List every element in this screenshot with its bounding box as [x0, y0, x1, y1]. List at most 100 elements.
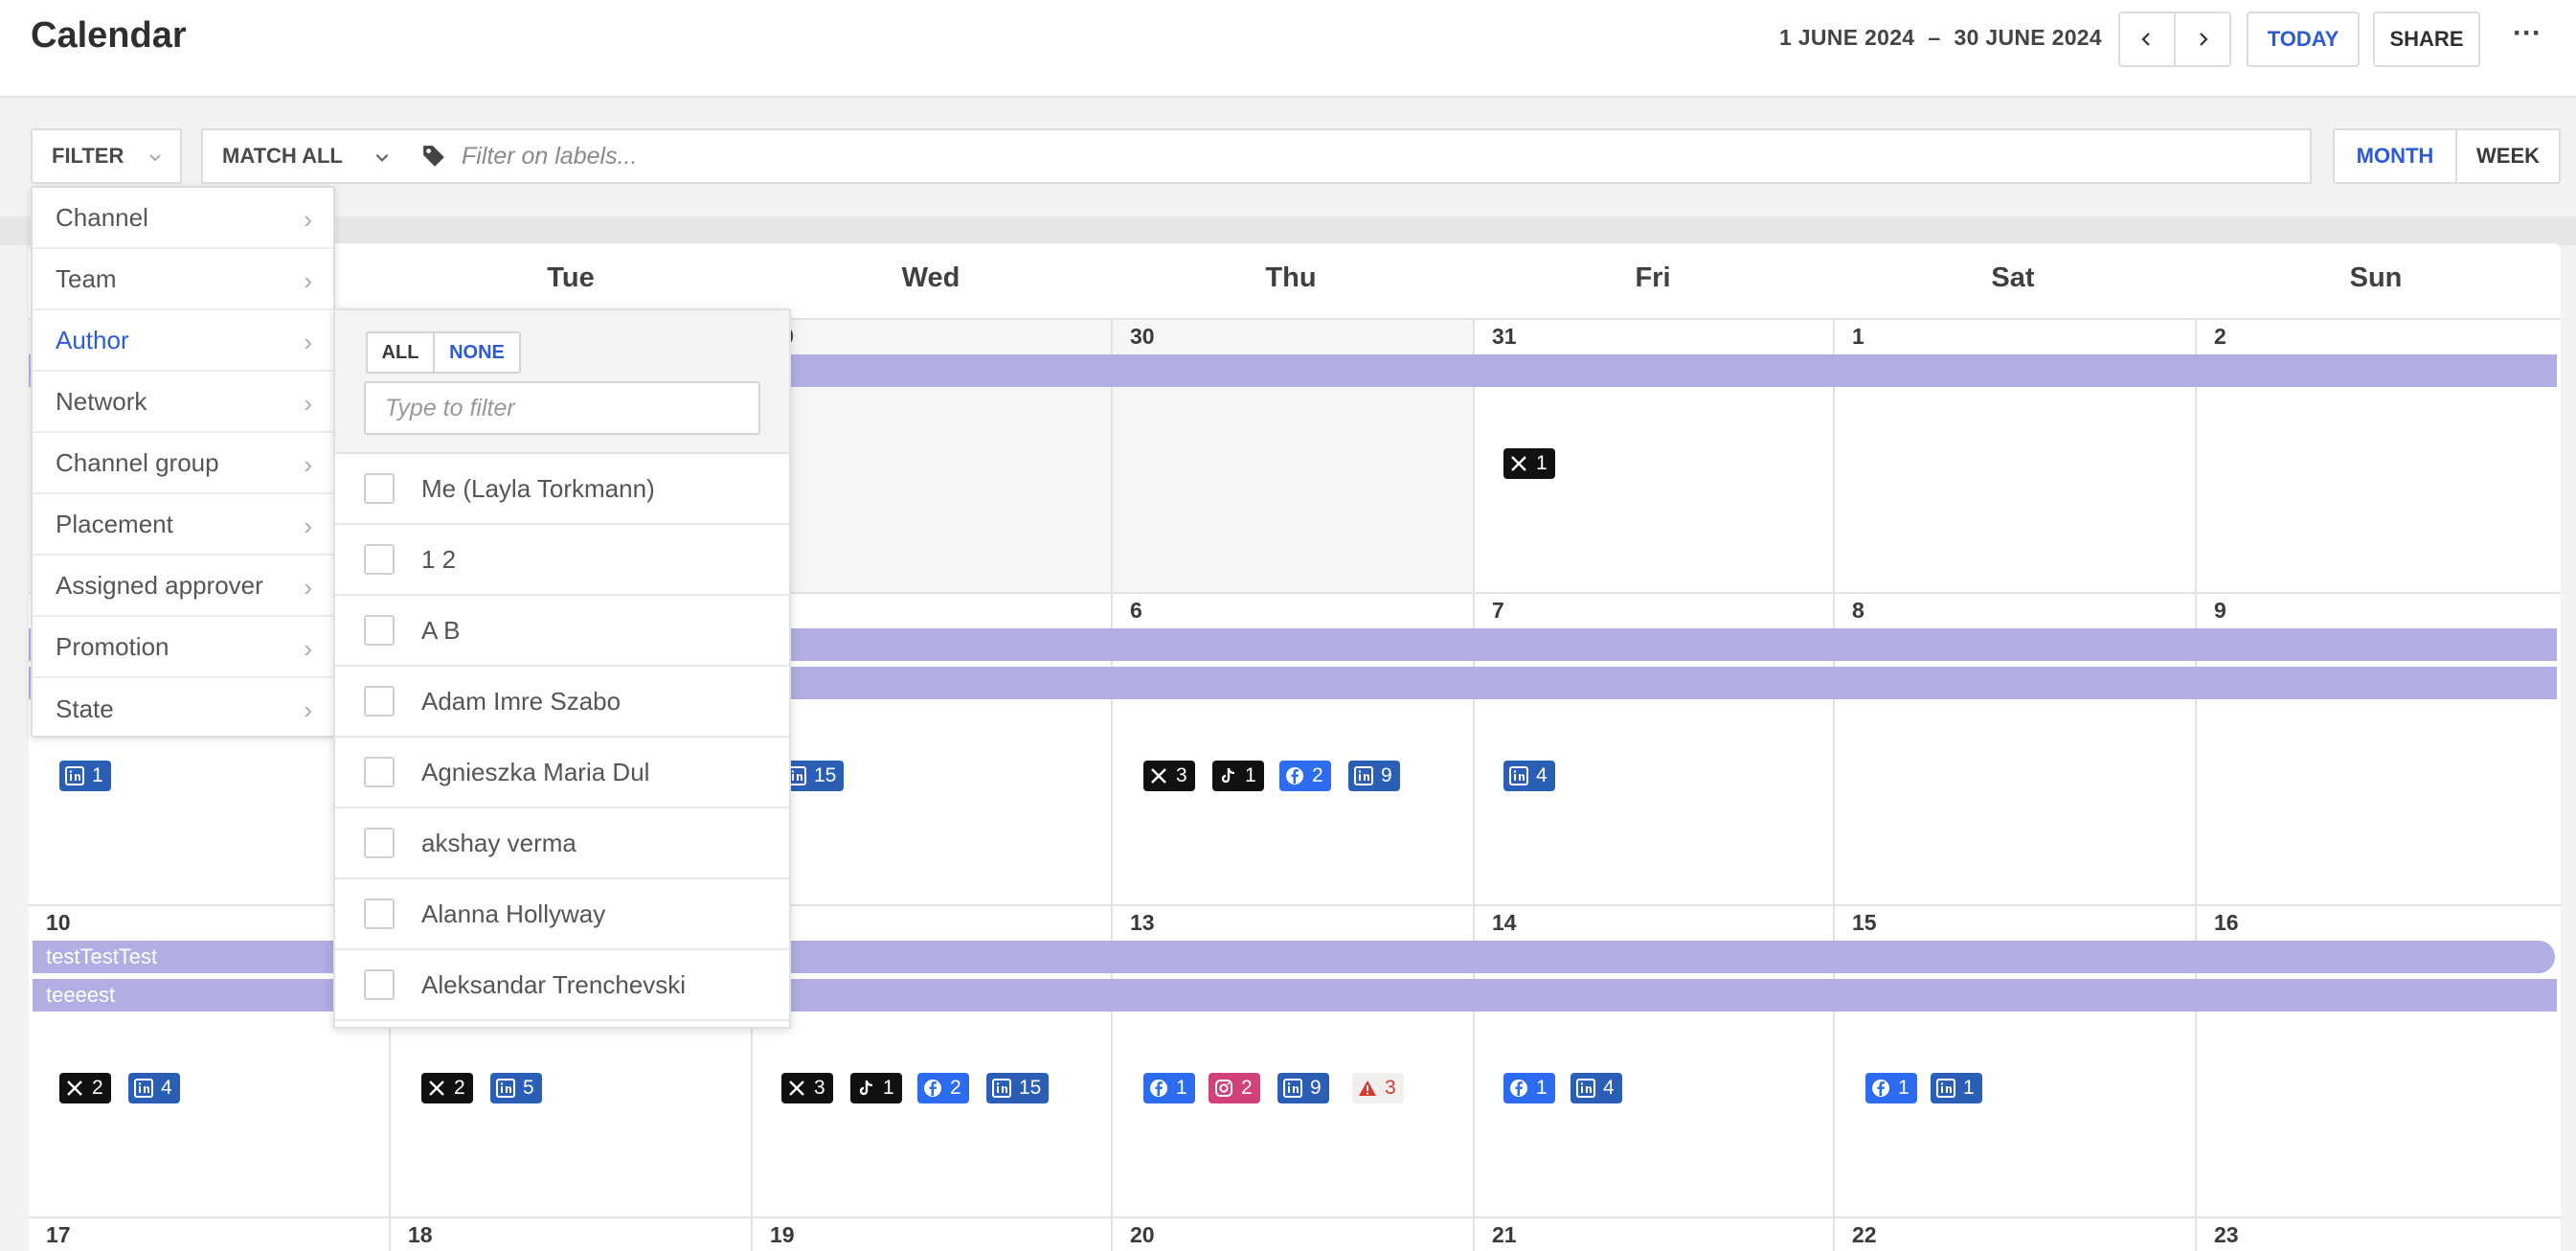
author-option[interactable]: A B [335, 596, 789, 667]
checkbox[interactable] [364, 615, 395, 646]
share-button[interactable]: SHARE [2373, 11, 2480, 67]
checkbox[interactable] [364, 473, 395, 504]
linkedin-icon [1936, 1079, 1955, 1098]
filter-menu-item-state[interactable]: State › [33, 678, 333, 739]
facebook-post-badge[interactable]: 2 [1279, 761, 1331, 791]
date-cell-label: 13 [1130, 910, 1155, 935]
linkedin-post-badge[interactable]: 4 [1570, 1073, 1622, 1103]
instagram-post-badge[interactable]: 2 [1209, 1073, 1260, 1103]
date-cell-label: 1 [1852, 324, 1864, 349]
chevron-right-icon: › [304, 450, 312, 479]
chevron-right-icon: › [304, 695, 312, 724]
author-option[interactable]: 1 2 [335, 525, 789, 596]
filter-menu-item-network[interactable]: Network › [33, 372, 333, 433]
chevron-right-icon: › [304, 205, 312, 234]
x-post-badge[interactable]: 3 [781, 1073, 833, 1103]
author-option[interactable]: akshay verma [335, 808, 789, 879]
x-post-badge[interactable]: 2 [421, 1073, 473, 1103]
tiktok-post-badge[interactable]: 1 [850, 1073, 902, 1103]
linkedin-post-badge[interactable]: 9 [1348, 761, 1400, 791]
facebook-post-badge[interactable]: 1 [1503, 1073, 1555, 1103]
date-cell-label: 31 [1492, 324, 1517, 349]
chevron-right-icon: › [304, 573, 312, 602]
date-cell-label: 20 [1130, 1222, 1155, 1247]
x-post-badge[interactable]: 3 [1143, 761, 1195, 791]
page-title: Calendar [31, 15, 187, 56]
checkbox[interactable] [364, 828, 395, 858]
linkedin-post-badge[interactable]: 15 [986, 1073, 1050, 1103]
date-cell-label: 16 [2214, 910, 2239, 935]
calendar-top-strip [0, 216, 2576, 245]
more-options-icon[interactable]: ··· [2513, 17, 2542, 50]
date-cell-label: 15 [1852, 910, 1877, 935]
filter-menu-item-placement[interactable]: Placement › [33, 494, 333, 556]
filter-menu-item-channel[interactable]: Channel › [33, 188, 333, 249]
linkedin-icon [1283, 1079, 1302, 1098]
filter-menu-item-assigned-approver[interactable]: Assigned approver › [33, 556, 333, 617]
checkbox[interactable] [364, 757, 395, 787]
checkbox[interactable] [364, 969, 395, 1000]
select-all-button[interactable]: ALL [368, 333, 435, 372]
linkedin-icon [496, 1079, 515, 1098]
facebook-post-badge[interactable]: 2 [917, 1073, 969, 1103]
date-cell-label: 2 [2214, 324, 2226, 349]
author-option[interactable]: Agnieszka Maria Dul [335, 738, 789, 808]
week-view-button[interactable]: WEEK [2457, 130, 2559, 182]
chevron-down-icon [375, 153, 389, 162]
weekday-fri: Fri [1635, 262, 1671, 293]
author-option[interactable]: Aleksandar Trenchevski [335, 950, 789, 1021]
facebook-post-badge[interactable]: 1 [1865, 1073, 1917, 1103]
warning-badge[interactable]: 3 [1352, 1073, 1404, 1103]
tiktok-icon [1221, 768, 1235, 784]
checkbox[interactable] [364, 686, 395, 716]
match-all-dropdown[interactable]: MATCH ALL [201, 128, 410, 184]
date-cell-label: 19 [770, 1222, 795, 1247]
x-icon [789, 1080, 804, 1096]
facebook-icon [1150, 1080, 1167, 1097]
month-view-button[interactable]: MONTH [2335, 130, 2457, 182]
date-cell-label: 17 [46, 1222, 71, 1247]
tiktok-post-badge[interactable]: 1 [1212, 761, 1264, 791]
date-cell-label: 8 [1852, 598, 1864, 623]
author-filter-input[interactable]: Type to filter [364, 381, 760, 435]
today-button[interactable]: TODAY [2247, 11, 2360, 67]
linkedin-post-badge[interactable]: 4 [1503, 761, 1555, 791]
linkedin-post-badge[interactable]: 5 [490, 1073, 542, 1103]
instagram-icon [1215, 1080, 1232, 1097]
x-post-badge[interactable]: 2 [59, 1073, 111, 1103]
prev-button[interactable] [2118, 11, 2176, 67]
facebook-icon [1872, 1080, 1889, 1097]
facebook-post-badge[interactable]: 1 [1143, 1073, 1195, 1103]
filter-menu-item-author[interactable]: Author › [33, 310, 333, 372]
author-submenu: ALL NONE Type to filter Me (Layla Torkma… [333, 308, 791, 1029]
linkedin-post-badge[interactable]: 1 [59, 761, 111, 791]
facebook-icon [924, 1080, 941, 1097]
chevron-down-icon [149, 154, 161, 162]
checkbox[interactable] [364, 544, 395, 575]
filter-dropdown[interactable]: FILTER [31, 128, 182, 184]
chevron-right-icon [2200, 33, 2208, 46]
all-none-toggle: ALL NONE [366, 331, 521, 374]
linkedin-post-badge[interactable]: 9 [1277, 1073, 1329, 1103]
filter-menu-item-channel-group[interactable]: Channel group › [33, 433, 333, 494]
chevron-right-icon: › [304, 266, 312, 295]
labels-filter-input[interactable]: Filter on labels... [408, 128, 2312, 184]
weekday-sat: Sat [1991, 262, 2035, 293]
x-post-badge[interactable]: 1 [1503, 448, 1555, 479]
author-option[interactable]: Alanna Hollyway [335, 879, 789, 950]
linkedin-post-badge[interactable]: 1 [1931, 1073, 1982, 1103]
author-option[interactable]: Me (Layla Torkmann) [335, 454, 789, 525]
filter-menu-item-promotion[interactable]: Promotion › [33, 617, 333, 678]
filter-menu-item-team[interactable]: Team › [33, 249, 333, 310]
checkbox[interactable] [364, 898, 395, 929]
warning-icon [1359, 1080, 1376, 1096]
author-option[interactable]: Adam Imre Szabo [335, 667, 789, 738]
x-icon [1511, 456, 1526, 471]
linkedin-icon [1354, 766, 1373, 785]
select-none-button[interactable]: NONE [435, 333, 519, 372]
facebook-icon [1510, 1080, 1527, 1097]
tag-icon [423, 146, 444, 167]
next-button[interactable] [2174, 11, 2231, 67]
date-cell-label: 7 [1492, 598, 1504, 623]
linkedin-post-badge[interactable]: 4 [128, 1073, 180, 1103]
